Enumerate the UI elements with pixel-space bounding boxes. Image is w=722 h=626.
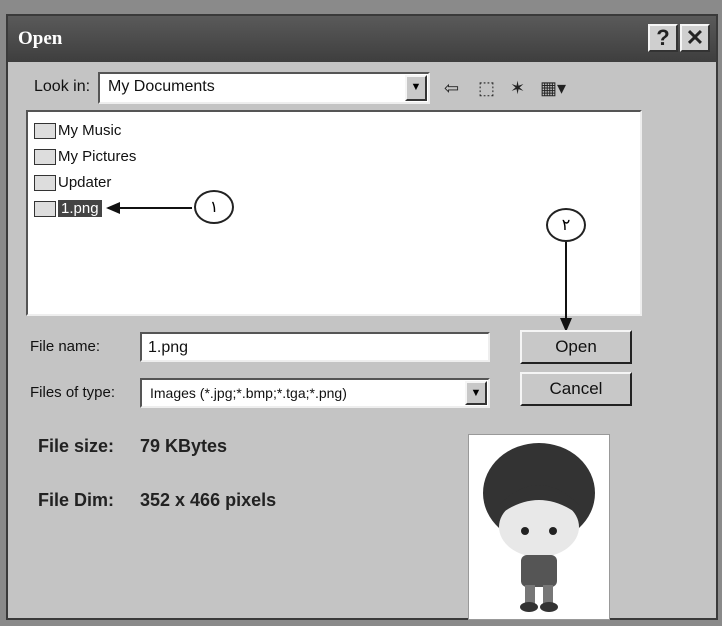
file-type-value: Images (*.jpg;*.bmp;*.tga;*.png): [150, 385, 347, 401]
file-name-value: 1.png: [148, 339, 189, 356]
arrowhead-1: [106, 202, 120, 214]
annotation-one: ١: [194, 190, 234, 224]
chevron-down-icon[interactable]: ▼: [465, 381, 487, 405]
file-name-label: File name:: [30, 338, 101, 355]
open-button[interactable]: Open: [520, 330, 632, 364]
image-preview: [468, 434, 610, 620]
file-name-field[interactable]: 1.png: [140, 332, 490, 362]
open-dialog: Open ? ✕ Look in: My Documents ▼ ⇦ ⬚ ✶ ▦…: [6, 14, 718, 620]
file-size-label: File size:: [38, 436, 115, 456]
cancel-button[interactable]: Cancel: [520, 372, 632, 406]
character-illustration: [483, 443, 595, 612]
file-dim-value: 352 x 466 pixels: [140, 490, 277, 510]
files-of-type-label: Files of type:: [30, 384, 116, 401]
file-dim-label: File Dim:: [38, 490, 115, 510]
annotation-two: ٢: [546, 208, 586, 242]
file-type-dropdown[interactable]: Images (*.jpg;*.bmp;*.tga;*.png) ▼: [140, 378, 490, 408]
file-size-value: 79 KBytes: [140, 436, 228, 456]
